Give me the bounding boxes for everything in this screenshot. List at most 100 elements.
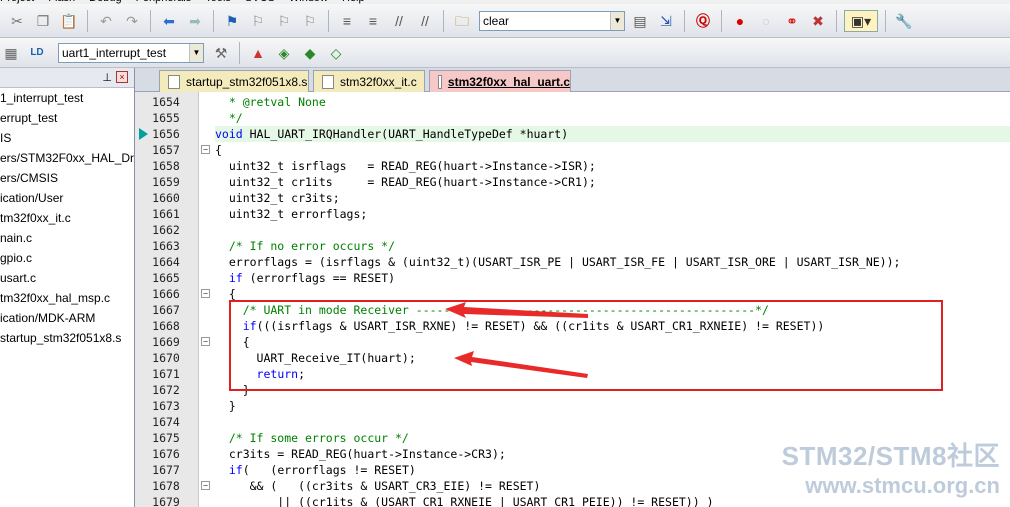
- redo-icon[interactable]: ↷: [121, 10, 143, 32]
- tree-item[interactable]: gpio.c: [0, 248, 134, 268]
- manage-components-icon[interactable]: ◈: [273, 42, 295, 64]
- code-line: 1664 errorflags = (isrflags & (uint32_t)…: [135, 254, 1010, 270]
- line-number: 1654: [152, 95, 180, 109]
- code-line: 1662: [135, 222, 1010, 238]
- tree-item[interactable]: ers/STM32F0xx_HAL_Driv: [0, 148, 134, 168]
- breakpoint-kill-all-icon[interactable]: ✖: [807, 10, 829, 32]
- find-combo-value: clear: [483, 13, 510, 28]
- tab-it-file[interactable]: stm32f0xx_it.c: [313, 70, 425, 92]
- build-grid-icon[interactable]: ▦: [0, 42, 22, 64]
- nav-back-icon[interactable]: ⬅: [158, 10, 180, 32]
- bookmark-clear-icon[interactable]: ⚐: [299, 10, 321, 32]
- debug-session-icon[interactable]: Ⓠ: [692, 10, 714, 32]
- code-text: * @retval None: [215, 95, 326, 109]
- chevron-down-icon[interactable]: ▼: [189, 43, 203, 62]
- fold-toggle-icon[interactable]: −: [201, 145, 210, 154]
- project-panel: ⊥ × 1_interrupt_test errupt_test IS ers/STM…: [0, 68, 135, 507]
- pin-icon[interactable]: ⊥: [102, 71, 112, 84]
- line-number: 1667: [152, 303, 180, 317]
- line-number: 1658: [152, 159, 180, 173]
- code-line: 1661 uint32_t errorflags;: [135, 206, 1010, 222]
- tree-item[interactable]: ers/CMSIS: [0, 168, 134, 188]
- editor-tabs: startup_stm32f051x8.s stm32f0xx_it.c stm…: [135, 68, 1010, 92]
- find-icon[interactable]: ▤: [629, 10, 651, 32]
- tree-item[interactable]: errupt_test: [0, 108, 134, 128]
- copy-icon[interactable]: ❐: [32, 10, 54, 32]
- bookmark-next-icon[interactable]: ⚐: [273, 10, 295, 32]
- fold-toggle-icon[interactable]: −: [201, 337, 210, 346]
- line-number: 1678: [152, 479, 180, 493]
- code-line: 1654 * @retval None: [135, 94, 1010, 110]
- breakpoint-insert-icon[interactable]: ●: [729, 10, 751, 32]
- line-number: 1659: [152, 175, 180, 189]
- nav-forward-icon[interactable]: ➡: [184, 10, 206, 32]
- cut-icon[interactable]: ✂: [6, 10, 28, 32]
- code-text: if (errorflags == RESET): [228, 271, 396, 285]
- select-packs-icon[interactable]: ◆: [299, 42, 321, 64]
- line-number: 1669: [152, 335, 180, 349]
- find-combo[interactable]: clear ▼: [479, 10, 625, 31]
- code-line: 1656 void HAL_UART_IRQHandler(UART_Handle…: [135, 126, 1010, 142]
- code-line: 1660 uint32_t cr3its;: [135, 190, 1010, 206]
- indent-icon[interactable]: ≡: [336, 10, 358, 32]
- tree-item[interactable]: IS: [0, 128, 134, 148]
- tree-item[interactable]: ication/User: [0, 188, 134, 208]
- close-icon[interactable]: ×: [116, 71, 128, 83]
- download-load-icon[interactable]: LD: [26, 42, 48, 64]
- bookmark-icon[interactable]: ⚑: [221, 10, 243, 32]
- code-text: errorflags = (isrflags & (uint32_t)(USAR…: [215, 255, 901, 269]
- comment-icon[interactable]: //: [388, 10, 410, 32]
- watermark-line2: www.stmcu.org.cn: [805, 473, 1000, 498]
- line-number: 1657: [152, 143, 180, 157]
- tab-label: stm32f0xx_it.c: [340, 74, 417, 89]
- target-select[interactable]: uart1_interrupt_test ▼: [58, 42, 204, 63]
- separator: [239, 41, 240, 64]
- target-select-value: uart1_interrupt_test: [62, 45, 167, 60]
- code-text: }: [215, 399, 236, 413]
- tree-item[interactable]: 1_interrupt_test: [0, 88, 134, 108]
- code-line: 1658 uint32_t isrflags = READ_REG(huart-…: [135, 158, 1010, 174]
- tree-item[interactable]: ication/MDK-ARM: [0, 308, 134, 328]
- separator: [836, 9, 837, 32]
- project-panel-header: ⊥ ×: [0, 68, 134, 88]
- breakpoint-disable-all-icon[interactable]: ⚭: [781, 10, 803, 32]
- paste-icon[interactable]: 📋: [58, 10, 80, 32]
- code-line: 1659 uint32_t cr1its = READ_REG(huart->I…: [135, 174, 1010, 190]
- code-line: 1655 */: [135, 110, 1010, 126]
- line-number: 1672: [152, 383, 180, 397]
- code-text: uint32_t errorflags;: [215, 207, 368, 221]
- undo-icon[interactable]: ↶: [95, 10, 117, 32]
- line-number: 1670: [152, 351, 180, 365]
- line-number: 1663: [152, 239, 180, 253]
- code-text: uint32_t isrflags = READ_REG(huart->Inst…: [215, 159, 596, 173]
- tab-hal-uart-file[interactable]: stm32f0xx_hal_uart.c: [429, 70, 571, 92]
- chevron-down-icon[interactable]: ▼: [610, 11, 624, 30]
- fold-toggle-icon[interactable]: −: [201, 481, 210, 490]
- file-icon: [438, 74, 442, 89]
- target-options-icon[interactable]: ⚒: [210, 42, 232, 64]
- bookmark-prev-icon[interactable]: ⚐: [247, 10, 269, 32]
- tree-item[interactable]: nain.c: [0, 228, 134, 248]
- file-extensions-icon[interactable]: ▲: [247, 42, 269, 64]
- tree-item[interactable]: tm32f0xx_hal_msp.c: [0, 288, 134, 308]
- line-number: 1665: [152, 271, 180, 285]
- tree-item[interactable]: usart.c: [0, 268, 134, 288]
- tree-item[interactable]: tm32f0xx_it.c: [0, 208, 134, 228]
- breakpoint-disable-icon[interactable]: ○: [755, 10, 777, 32]
- pack-installer-icon[interactable]: ◇: [325, 42, 347, 64]
- window-layout-icon[interactable]: ▣▾: [844, 9, 878, 32]
- tab-startup-file[interactable]: startup_stm32f051x8.s: [159, 70, 309, 92]
- code-line: 1674: [135, 414, 1010, 430]
- wrench-icon[interactable]: 🔧: [893, 10, 915, 32]
- unindent-icon[interactable]: ≡: [362, 10, 384, 32]
- ide-window: ProjectFlashDebugPeripheralsToolsSVCSWin…: [0, 0, 1010, 507]
- code-text: */: [215, 111, 243, 125]
- incremental-find-icon[interactable]: ⇲: [655, 10, 677, 32]
- fold-toggle-icon[interactable]: −: [201, 289, 210, 298]
- code-text: {: [215, 143, 222, 157]
- find-in-files-icon[interactable]: 🗀: [451, 10, 473, 32]
- uncomment-icon[interactable]: //: [414, 10, 436, 32]
- tree-item[interactable]: startup_stm32f051x8.s: [0, 328, 134, 348]
